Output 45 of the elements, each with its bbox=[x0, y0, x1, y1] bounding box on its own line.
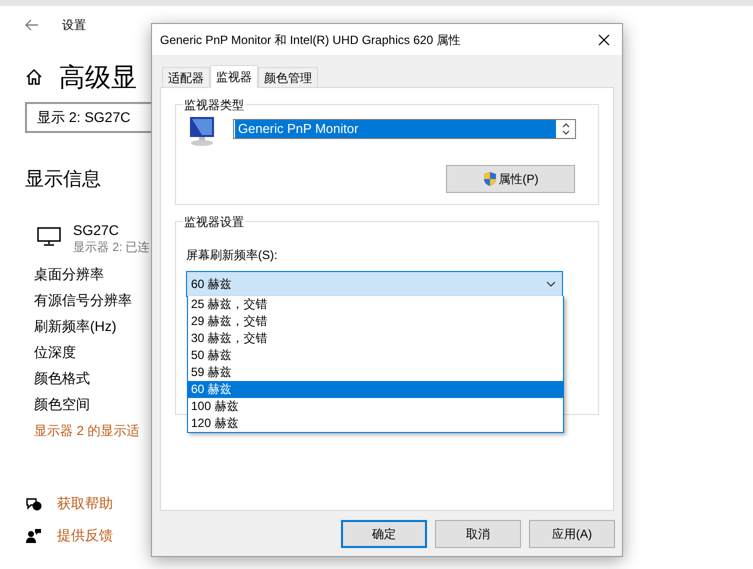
dropdown-option[interactable]: 25 赫兹，交错 bbox=[188, 296, 563, 313]
refresh-rate-label: 屏幕刷新频率(S): bbox=[186, 247, 278, 264]
dropdown-option[interactable]: 29 赫兹，交错 bbox=[188, 313, 563, 330]
dialog-title: Generic PnP Monitor 和 Intel(R) UHD Graphics 620 属性 bbox=[160, 32, 461, 48]
info-label: 有源信号分辨率 bbox=[34, 291, 133, 310]
properties-button[interactable]: 属性(P) bbox=[446, 165, 575, 193]
feedback-link[interactable]: 提供反馈 bbox=[57, 525, 113, 546]
info-label: 颜色格式 bbox=[34, 369, 91, 388]
monitor-name: SG27C bbox=[73, 220, 120, 238]
monitor-status: 显示器 2: 已连 bbox=[73, 238, 150, 254]
adapter-link[interactable]: 显示器 2 的显示适 bbox=[34, 418, 151, 444]
app-title: 设置 bbox=[62, 17, 86, 34]
group-label: 监视器类型 bbox=[183, 96, 245, 114]
dialog-button[interactable]: 取消 bbox=[435, 520, 521, 548]
monitor-icon bbox=[37, 226, 61, 246]
info-label: 桌面分辨率 bbox=[34, 265, 105, 284]
refresh-rate-select[interactable]: 60 赫兹 bbox=[186, 271, 563, 297]
dropdown-option[interactable]: 100 赫兹 bbox=[188, 398, 563, 415]
dropdown-option[interactable]: 59 赫兹 bbox=[188, 364, 563, 381]
page-heading: 高级显 bbox=[59, 61, 137, 94]
tab[interactable]: 适配器 bbox=[162, 67, 210, 87]
back-button[interactable] bbox=[25, 19, 39, 31]
monitor-list[interactable]: Generic PnP Monitor bbox=[233, 119, 576, 139]
spinner-arrows-icon bbox=[561, 121, 571, 137]
tab[interactable]: 颜色管理 bbox=[258, 67, 318, 87]
help-link[interactable]: 获取帮助 bbox=[57, 493, 113, 514]
info-label: 颜色空间 bbox=[34, 395, 91, 414]
dropdown-option[interactable]: 60 赫兹 bbox=[188, 381, 563, 398]
chevron-down-icon bbox=[546, 281, 556, 287]
home-icon bbox=[25, 68, 43, 86]
dropdown-option[interactable]: 30 赫兹，交错 bbox=[188, 330, 563, 347]
monitor-icon bbox=[187, 116, 217, 147]
tab[interactable]: 监视器 bbox=[210, 65, 258, 88]
back-arrow-icon bbox=[25, 19, 39, 31]
feedback-person-icon bbox=[25, 528, 42, 544]
dialog-button[interactable]: 应用(A) bbox=[529, 520, 615, 548]
info-label: 刷新频率(Hz) bbox=[34, 317, 118, 336]
section-title: 显示信息 bbox=[25, 168, 102, 192]
dropdown-option[interactable]: 120 赫兹 bbox=[188, 415, 563, 432]
dropdown-option[interactable]: 50 赫兹 bbox=[188, 347, 563, 364]
dialog-button[interactable]: 确定 bbox=[341, 520, 427, 548]
shield-icon bbox=[482, 171, 496, 187]
help-chat-icon bbox=[25, 496, 42, 512]
close-icon bbox=[598, 34, 610, 46]
info-label: 位深度 bbox=[34, 343, 77, 362]
